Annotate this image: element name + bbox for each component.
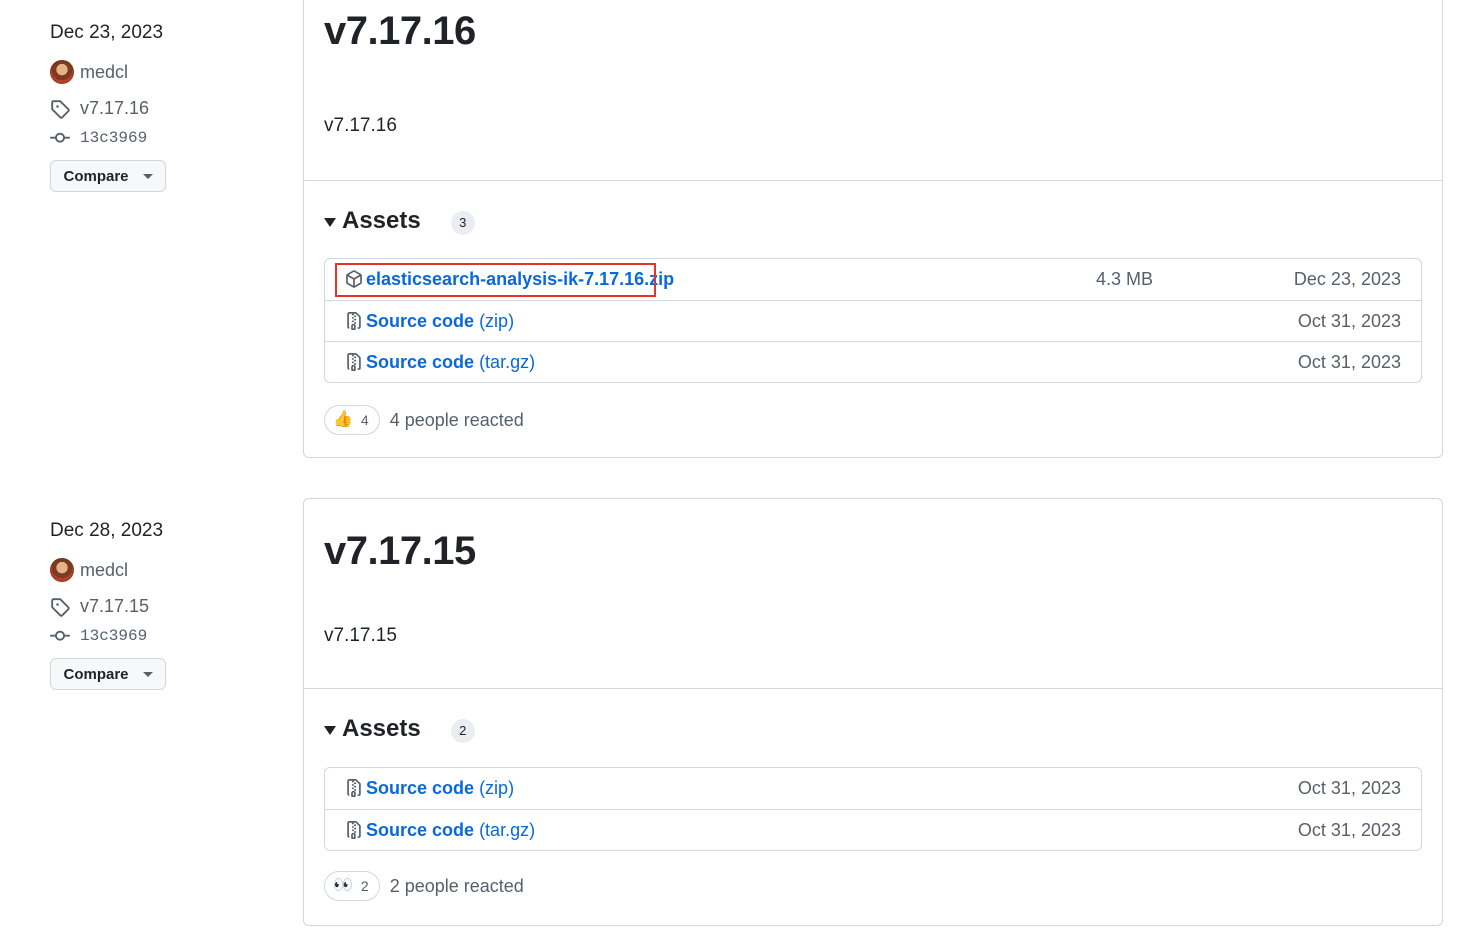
asset-date: Oct 31, 2023 — [1297, 352, 1401, 372]
release-tag[interactable]: v7.17.16 — [50, 98, 149, 119]
reactions: 👀 2 2 people reacted — [324, 871, 524, 901]
release-body: v7.17.15 — [324, 625, 397, 646]
asset-date: Oct 31, 2023 — [1297, 820, 1401, 840]
author-name[interactable]: medcl — [80, 62, 128, 83]
commit-icon — [50, 630, 70, 641]
commit-icon — [50, 132, 70, 143]
assets-toggle[interactable]: Assets 3 — [324, 207, 475, 235]
compare-button[interactable]: Compare — [50, 658, 166, 690]
release-title[interactable]: v7.17.15 — [324, 529, 476, 574]
release-author[interactable]: medcl — [50, 60, 128, 84]
compare-label: Compare — [63, 665, 129, 683]
assets-count-badge: 2 — [450, 718, 475, 743]
reactions: 👍 4 4 people reacted — [324, 405, 524, 435]
asset-row: Source code (tar.gz) Oct 31, 2023 — [325, 341, 1421, 382]
reaction-button[interactable]: 👀 2 — [324, 871, 380, 901]
tag-icon — [51, 99, 70, 119]
triangle-down-icon — [324, 725, 336, 735]
asset-row: elasticsearch-analysis-ik-7.17.16.zip 4.… — [325, 259, 1421, 300]
reaction-summary: 4 people reacted — [389, 409, 524, 430]
triangle-down-icon — [324, 217, 336, 227]
release-author[interactable]: medcl — [50, 558, 128, 582]
eyes-icon: 👀 — [333, 877, 353, 894]
reaction-summary: 2 people reacted — [389, 875, 524, 896]
reaction-count: 4 — [360, 412, 369, 428]
reaction-count: 2 — [360, 878, 369, 894]
release-date: Dec 23, 2023 — [50, 22, 164, 43]
compare-label: Compare — [63, 167, 129, 185]
assets-list: elasticsearch-analysis-ik-7.17.16.zip 4.… — [324, 258, 1422, 383]
file-zip-icon — [347, 312, 361, 330]
asset-row: Source code (zip) Oct 31, 2023 — [325, 768, 1421, 809]
asset-link[interactable]: Source code (tar.gz) — [366, 352, 535, 373]
assets-count-badge: 3 — [450, 210, 475, 235]
assets-label: Assets — [342, 207, 421, 234]
assets-toggle[interactable]: Assets 2 — [324, 715, 475, 743]
chevron-down-icon — [142, 173, 153, 179]
commit-hash[interactable]: 13c3969 — [80, 627, 147, 645]
release-commit[interactable]: 13c3969 — [50, 128, 147, 148]
asset-date: Oct 31, 2023 — [1297, 778, 1401, 798]
compare-button[interactable]: Compare — [50, 160, 166, 192]
asset-date: Oct 31, 2023 — [1297, 311, 1401, 331]
release-title[interactable]: v7.17.16 — [324, 9, 476, 54]
divider — [304, 180, 1442, 181]
asset-link[interactable]: Source code (tar.gz) — [366, 820, 535, 841]
asset-link[interactable]: elasticsearch-analysis-ik-7.17.16.zip — [366, 269, 674, 290]
file-zip-icon — [347, 353, 361, 371]
assets-label: Assets — [342, 715, 421, 742]
assets-list: Source code (zip) Oct 31, 2023 Source co… — [324, 767, 1422, 851]
release-card: v7.17.16 v7.17.16 Assets 3 elasticsearch… — [303, 0, 1443, 458]
thumbs-up-icon: 👍 — [333, 411, 353, 428]
release-card: v7.17.15 v7.17.15 Assets 2 Source code (… — [303, 498, 1443, 926]
divider — [304, 688, 1442, 689]
asset-date: Dec 23, 2023 — [1293, 269, 1401, 289]
author-name[interactable]: medcl — [80, 560, 128, 581]
avatar[interactable] — [50, 60, 74, 84]
asset-row: Source code (tar.gz) Oct 31, 2023 — [325, 809, 1421, 850]
chevron-down-icon — [142, 671, 153, 677]
release-tag[interactable]: v7.17.15 — [50, 596, 149, 617]
reaction-button[interactable]: 👍 4 — [324, 405, 380, 435]
package-icon — [346, 270, 362, 288]
file-zip-icon — [347, 821, 361, 839]
asset-link[interactable]: Source code (zip) — [366, 778, 514, 799]
tag-name[interactable]: v7.17.15 — [80, 596, 149, 617]
file-zip-icon — [347, 779, 361, 797]
release-commit[interactable]: 13c3969 — [50, 626, 147, 646]
commit-hash[interactable]: 13c3969 — [80, 129, 147, 147]
asset-link[interactable]: Source code (zip) — [366, 311, 514, 332]
asset-row: Source code (zip) Oct 31, 2023 — [325, 300, 1421, 341]
avatar[interactable] — [50, 558, 74, 582]
release-date: Dec 28, 2023 — [50, 520, 164, 541]
asset-size: 4.3 MB — [1096, 269, 1154, 289]
release-body: v7.17.16 — [324, 115, 397, 136]
tag-name[interactable]: v7.17.16 — [80, 98, 149, 119]
tag-icon — [51, 597, 70, 617]
